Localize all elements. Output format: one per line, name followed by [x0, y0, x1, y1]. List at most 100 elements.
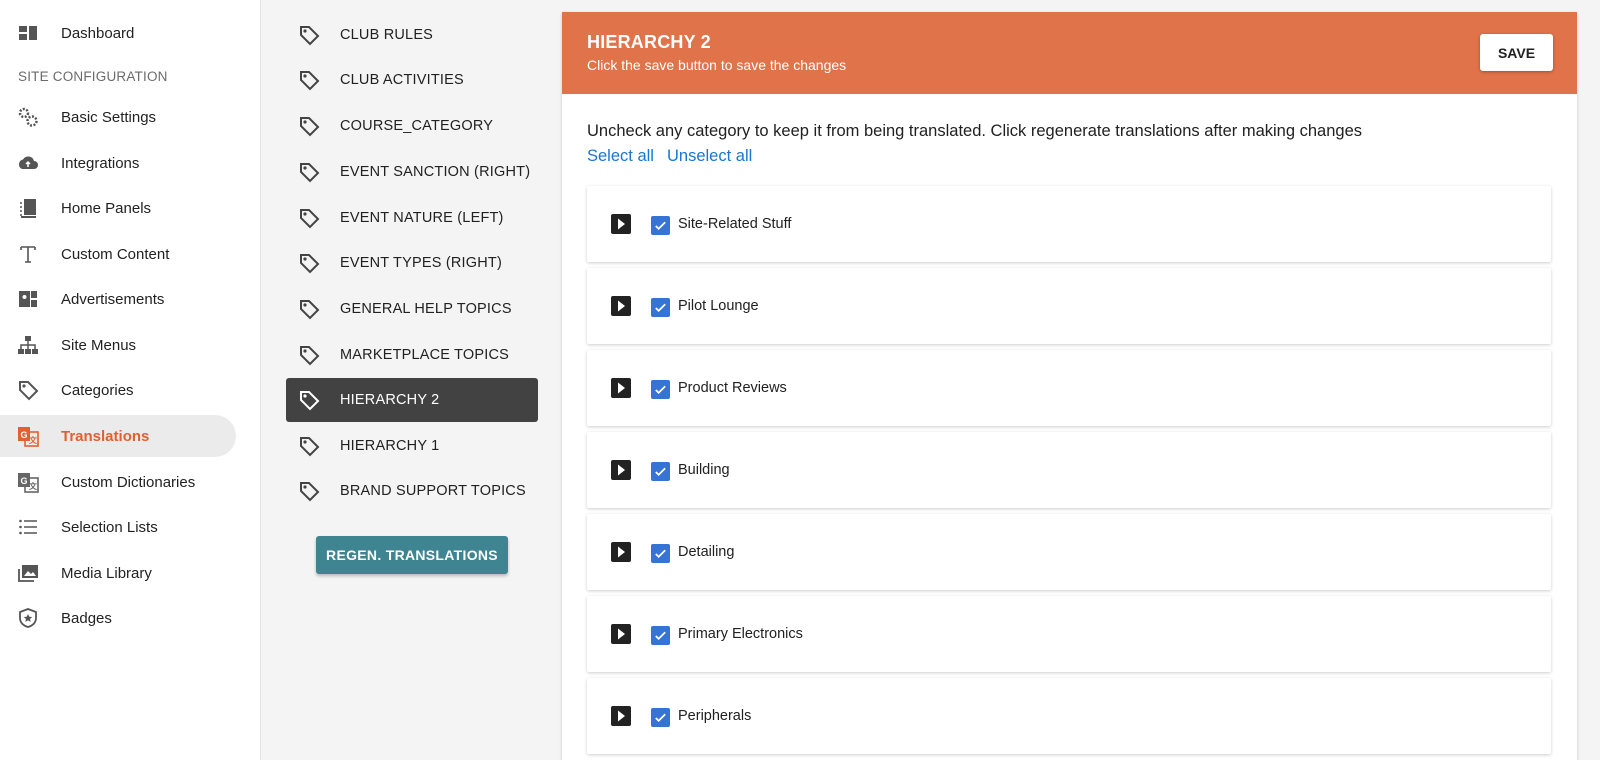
expand-arrow-icon[interactable] [610, 541, 632, 563]
checkmark-icon [655, 631, 666, 640]
svg-text:文: 文 [29, 481, 38, 491]
category-item[interactable]: EVENT TYPES (RIGHT) [286, 241, 538, 285]
cloud-sync-icon [17, 152, 39, 174]
regen-translations-button[interactable]: REGEN. TRANSLATIONS [316, 536, 508, 574]
tag-icon [298, 207, 320, 229]
nav-item-advertisements[interactable]: Advertisements [0, 278, 236, 320]
nav-item-media-library[interactable]: Media Library [0, 552, 236, 594]
translate-checkbox[interactable] [651, 462, 670, 481]
nav-item-label: Advertisements [61, 290, 165, 308]
hierarchy-panel: HIERARCHY 2 Click the save button to sav… [562, 12, 1577, 760]
panels-icon [17, 197, 39, 219]
translate-icon: G文 [17, 425, 39, 447]
tag-icon [298, 344, 320, 366]
tag-icon [298, 435, 320, 457]
category-label: MARKETPLACE TOPICS [340, 347, 510, 363]
nav-item-custom-dictionaries[interactable]: G文 Custom Dictionaries [0, 461, 236, 503]
category-item[interactable]: EVENT SANCTION (RIGHT) [286, 150, 538, 194]
nav-item-label: Dashboard [61, 24, 135, 42]
checkmark-icon [655, 385, 666, 394]
nav-item-label: Basic Settings [61, 108, 157, 126]
category-row-label: Site-Related Stuff [678, 216, 792, 232]
category-item[interactable]: EVENT NATURE (LEFT) [286, 196, 538, 240]
svg-text:G: G [21, 430, 28, 440]
tag-icon [298, 480, 320, 502]
nav-item-label: Categories [61, 381, 134, 399]
category-item[interactable]: GENERAL HELP TOPICS [286, 287, 538, 331]
instructions-text: Uncheck any category to keep it from bei… [587, 122, 1362, 140]
list-icon [17, 516, 39, 538]
save-button[interactable]: SAVE [1480, 34, 1553, 71]
nav-item-label: Home Panels [61, 199, 152, 217]
badge-icon [17, 607, 39, 629]
category-row: Pilot Lounge [587, 268, 1551, 344]
category-row-label: Building [678, 462, 730, 478]
checkmark-icon [655, 303, 666, 312]
category-row: Product Reviews [587, 350, 1551, 426]
category-item[interactable]: BRAND SUPPORT TOPICS [286, 469, 538, 513]
svg-text:文: 文 [29, 435, 38, 445]
category-label: CLUB ACTIVITIES [340, 72, 464, 88]
translate-checkbox[interactable] [651, 708, 670, 727]
category-row-label: Pilot Lounge [678, 298, 759, 314]
nav-item-label: Badges [61, 609, 112, 627]
category-label: GENERAL HELP TOPICS [340, 301, 512, 317]
select-all-link[interactable]: Select all [587, 147, 654, 166]
panel-header: HIERARCHY 2 Click the save button to sav… [562, 12, 1577, 94]
category-item[interactable]: CLUB ACTIVITIES [286, 58, 538, 102]
nav-item-home-panels[interactable]: Home Panels [0, 187, 236, 229]
category-item[interactable]: HIERARCHY 1 [286, 424, 538, 468]
category-row: Site-Related Stuff [587, 186, 1551, 262]
dictionary-icon: G文 [17, 471, 39, 493]
nav-item-selection-lists[interactable]: Selection Lists [0, 506, 236, 548]
tag-icon [298, 69, 320, 91]
category-item[interactable]: MARKETPLACE TOPICS [286, 333, 538, 377]
category-row: Detailing [587, 514, 1551, 590]
category-label: EVENT TYPES (RIGHT) [340, 255, 502, 271]
text-icon [17, 243, 39, 265]
translate-checkbox[interactable] [651, 216, 670, 235]
checkmark-icon [655, 713, 666, 722]
translate-checkbox[interactable] [651, 380, 670, 399]
translate-checkbox[interactable] [651, 544, 670, 563]
tag-icon [298, 24, 320, 46]
expand-arrow-icon[interactable] [610, 377, 632, 399]
tag-icon [298, 161, 320, 183]
category-row: Primary Electronics [587, 596, 1551, 672]
nav-item-dashboard[interactable]: Dashboard [0, 12, 236, 54]
checkmark-icon [655, 221, 666, 230]
unselect-all-link[interactable]: Unselect all [667, 147, 752, 166]
category-label: BRAND SUPPORT TOPICS [340, 483, 526, 499]
category-row-label: Product Reviews [678, 380, 787, 396]
category-item[interactable]: CLUB RULES [286, 13, 538, 57]
expand-arrow-icon[interactable] [610, 459, 632, 481]
nav-item-basic-settings[interactable]: Basic Settings [0, 96, 236, 138]
category-row: Peripherals [587, 678, 1551, 754]
nav-item-translations[interactable]: G文 Translations [0, 415, 236, 457]
checkmark-icon [655, 549, 666, 558]
category-item[interactable]: COURSE_CATEGORY [286, 104, 538, 148]
nav-item-categories[interactable]: Categories [0, 369, 236, 411]
expand-arrow-icon[interactable] [610, 623, 632, 645]
ad-icon [17, 288, 39, 310]
images-icon [17, 562, 39, 584]
category-label: COURSE_CATEGORY [340, 118, 494, 134]
nav-item-site-menus[interactable]: Site Menus [0, 324, 236, 366]
tag-icon [298, 115, 320, 137]
nav-item-badges[interactable]: Badges [0, 597, 236, 639]
expand-arrow-icon[interactable] [610, 213, 632, 235]
category-item-selected[interactable]: HIERARCHY 2 [286, 378, 538, 422]
translate-checkbox[interactable] [651, 298, 670, 317]
tag-icon [298, 298, 320, 320]
category-label: HIERARCHY 2 [340, 392, 440, 408]
nav-item-integrations[interactable]: Integrations [0, 142, 236, 184]
tag-icon [17, 379, 39, 401]
nav-item-label: Integrations [61, 154, 140, 172]
nav-item-label: Media Library [61, 564, 152, 582]
expand-arrow-icon[interactable] [610, 295, 632, 317]
expand-arrow-icon[interactable] [610, 705, 632, 727]
tag-icon [298, 252, 320, 274]
translate-checkbox[interactable] [651, 626, 670, 645]
nav-item-label: Selection Lists [61, 518, 158, 536]
nav-item-custom-content[interactable]: Custom Content [0, 233, 236, 275]
